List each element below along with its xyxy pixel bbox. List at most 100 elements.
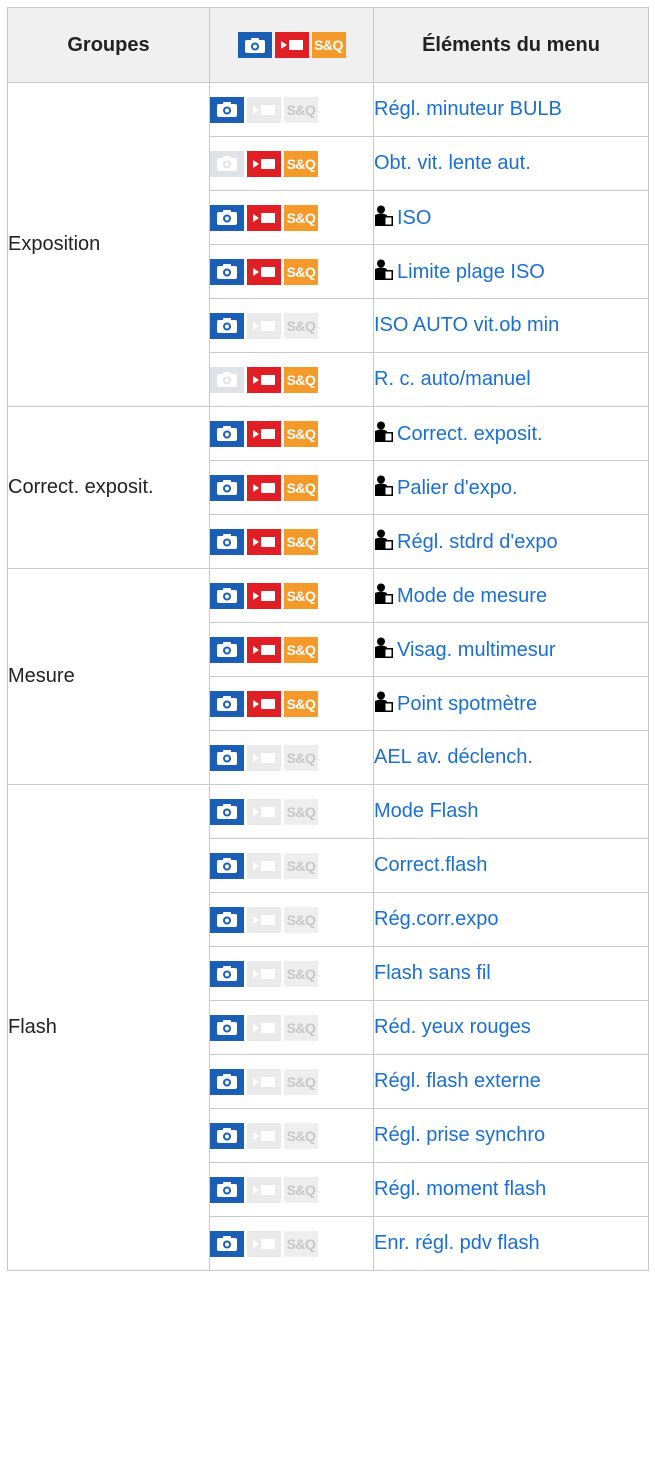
- mode-badges: S&Q: [210, 1122, 318, 1149]
- movie-mode-icon: [247, 1122, 281, 1149]
- movie-mode-icon: [247, 960, 281, 987]
- movie-mode-icon: [247, 798, 281, 825]
- table-row: Exposition S&Q Régl. minuteur BULB: [7, 82, 649, 407]
- menu-item-cell: Flash sans fil: [373, 946, 649, 1001]
- mode-icons-cell: S&Q: [209, 406, 374, 461]
- menu-item-link[interactable]: Mode de mesure: [397, 585, 547, 607]
- sq-mode-icon: S&Q: [284, 474, 318, 501]
- menu-item-link[interactable]: ISO: [397, 207, 431, 229]
- sq-mode-icon: S&Q: [284, 636, 318, 663]
- menu-item-cell: Point spotmètre: [373, 676, 649, 731]
- menu-item-cell: Limite plage ISO: [373, 244, 649, 299]
- movie-mode-icon: [247, 744, 281, 771]
- menu-item-link[interactable]: Régl. flash externe: [374, 1070, 541, 1092]
- sq-mode-icon: S&Q: [284, 582, 318, 609]
- menu-item-link[interactable]: Palier d'expo.: [397, 477, 518, 499]
- menu-item-cell: Régl. flash externe: [373, 1054, 649, 1109]
- header-modes: S&Q: [209, 7, 374, 83]
- menu-item-link[interactable]: Correct. exposit.: [397, 423, 543, 445]
- sq-mode-icon: S&Q: [284, 1068, 318, 1095]
- camera-operator-icon: [374, 529, 394, 551]
- photo-mode-icon: [210, 204, 244, 231]
- table-row: Mesure S&Q Mode de mesure: [7, 568, 649, 785]
- mode-badges: S&Q: [210, 906, 318, 933]
- sq-mode-icon: S&Q: [284, 150, 318, 177]
- menu-item-link[interactable]: ISO AUTO vit.ob min: [374, 314, 559, 336]
- mode-icons-cell: S&Q: [209, 676, 374, 731]
- sq-mode-icon: S&Q: [284, 312, 318, 339]
- movie-mode-icon: [247, 420, 281, 447]
- menu-item-link[interactable]: Flash sans fil: [374, 962, 491, 984]
- movie-mode-icon: [247, 636, 281, 663]
- menu-item-cell: R. c. auto/manuel: [373, 352, 649, 407]
- mode-badges: S&Q: [210, 798, 318, 825]
- menu-item-link[interactable]: Régl. prise synchro: [374, 1124, 545, 1146]
- mode-icons-cell: S&Q: [209, 892, 374, 947]
- menu-item-link[interactable]: AEL av. déclench.: [374, 746, 533, 768]
- menu-item-link[interactable]: R. c. auto/manuel: [374, 368, 531, 390]
- menu-item-link[interactable]: Réd. yeux rouges: [374, 1016, 531, 1038]
- menu-item-link[interactable]: Obt. vit. lente aut.: [374, 152, 531, 174]
- camera-operator-icon: [374, 205, 394, 227]
- table-row: Correct. exposit. S&Q Correct. exposit.: [7, 406, 649, 569]
- menu-item-cell: Obt. vit. lente aut.: [373, 136, 649, 191]
- movie-mode-icon: [247, 690, 281, 717]
- header-row: Groupes S&Q Éléments du menu: [7, 7, 649, 83]
- menu-item-link[interactable]: Limite plage ISO: [397, 261, 545, 283]
- menu-item-cell: Rég.corr.expo: [373, 892, 649, 947]
- mode-badges: S&Q: [210, 150, 318, 177]
- mode-icons-cell: S&Q: [209, 190, 374, 245]
- photo-mode-icon: [210, 906, 244, 933]
- mode-icons-cell: S&Q: [209, 568, 374, 623]
- menu-item-cell: Correct. exposit.: [373, 406, 649, 461]
- sq-mode-icon: S&Q: [284, 1230, 318, 1257]
- menu-item-cell: Visag. multimesur: [373, 622, 649, 677]
- menu-item-cell: Enr. régl. pdv flash: [373, 1216, 649, 1271]
- movie-mode-icon: [247, 528, 281, 555]
- menu-item-link[interactable]: Visag. multimesur: [397, 639, 556, 661]
- mode-badges: S&Q: [210, 1014, 318, 1041]
- photo-mode-icon: [210, 150, 244, 177]
- video-icon: [280, 38, 303, 52]
- mode-icons-cell: S&Q: [209, 838, 374, 893]
- mode-icons-cell: S&Q: [209, 784, 374, 839]
- group-cell: Correct. exposit.: [7, 406, 210, 569]
- movie-mode-icon: [247, 96, 281, 123]
- movie-mode-icon: [247, 1068, 281, 1095]
- movie-mode-icon: [274, 32, 309, 58]
- camera-operator-icon: [374, 421, 394, 443]
- movie-mode-icon: [247, 258, 281, 285]
- sq-mode-icon: S&Q: [284, 798, 318, 825]
- photo-mode-icon: [210, 1068, 244, 1095]
- menu-item-link[interactable]: Enr. régl. pdv flash: [374, 1232, 540, 1254]
- photo-mode-icon: [210, 1014, 244, 1041]
- photo-mode-icon: [237, 32, 272, 58]
- menu-item-cell: Régl. moment flash: [373, 1162, 649, 1217]
- menu-item-link[interactable]: Point spotmètre: [397, 693, 537, 715]
- mode-icons-cell: S&Q: [209, 730, 374, 785]
- menu-item-cell: Correct.flash: [373, 838, 649, 893]
- movie-mode-icon: [247, 474, 281, 501]
- menu-item-link[interactable]: Mode Flash: [374, 800, 479, 822]
- menu-item-link[interactable]: Régl. minuteur BULB: [374, 98, 562, 120]
- camera-operator-icon: [374, 259, 394, 281]
- photo-mode-icon: [210, 582, 244, 609]
- photo-mode-icon: [210, 528, 244, 555]
- menu-item-link[interactable]: Rég.corr.expo: [374, 908, 499, 930]
- menu-item-link[interactable]: Régl. moment flash: [374, 1178, 546, 1200]
- mode-icons-cell: S&Q: [209, 136, 374, 191]
- mode-icons-cell: S&Q: [209, 244, 374, 299]
- mode-badges: S&Q: [210, 366, 318, 393]
- sq-mode-icon: S&Q: [284, 744, 318, 771]
- photo-mode-icon: [210, 1230, 244, 1257]
- menu-item-cell: ISO AUTO vit.ob min: [373, 298, 649, 353]
- menu-item-cell: ISO: [373, 190, 649, 245]
- movie-mode-icon: [247, 1176, 281, 1203]
- mode-badges: S&Q: [210, 852, 318, 879]
- menu-item-link[interactable]: Correct.flash: [374, 854, 487, 876]
- mode-badges: S&Q: [210, 1230, 318, 1257]
- photo-mode-icon: [210, 744, 244, 771]
- mode-badges: S&Q: [210, 528, 318, 555]
- menu-item-link[interactable]: Régl. stdrd d'expo: [397, 531, 558, 553]
- sq-mode-icon: S&Q: [284, 906, 318, 933]
